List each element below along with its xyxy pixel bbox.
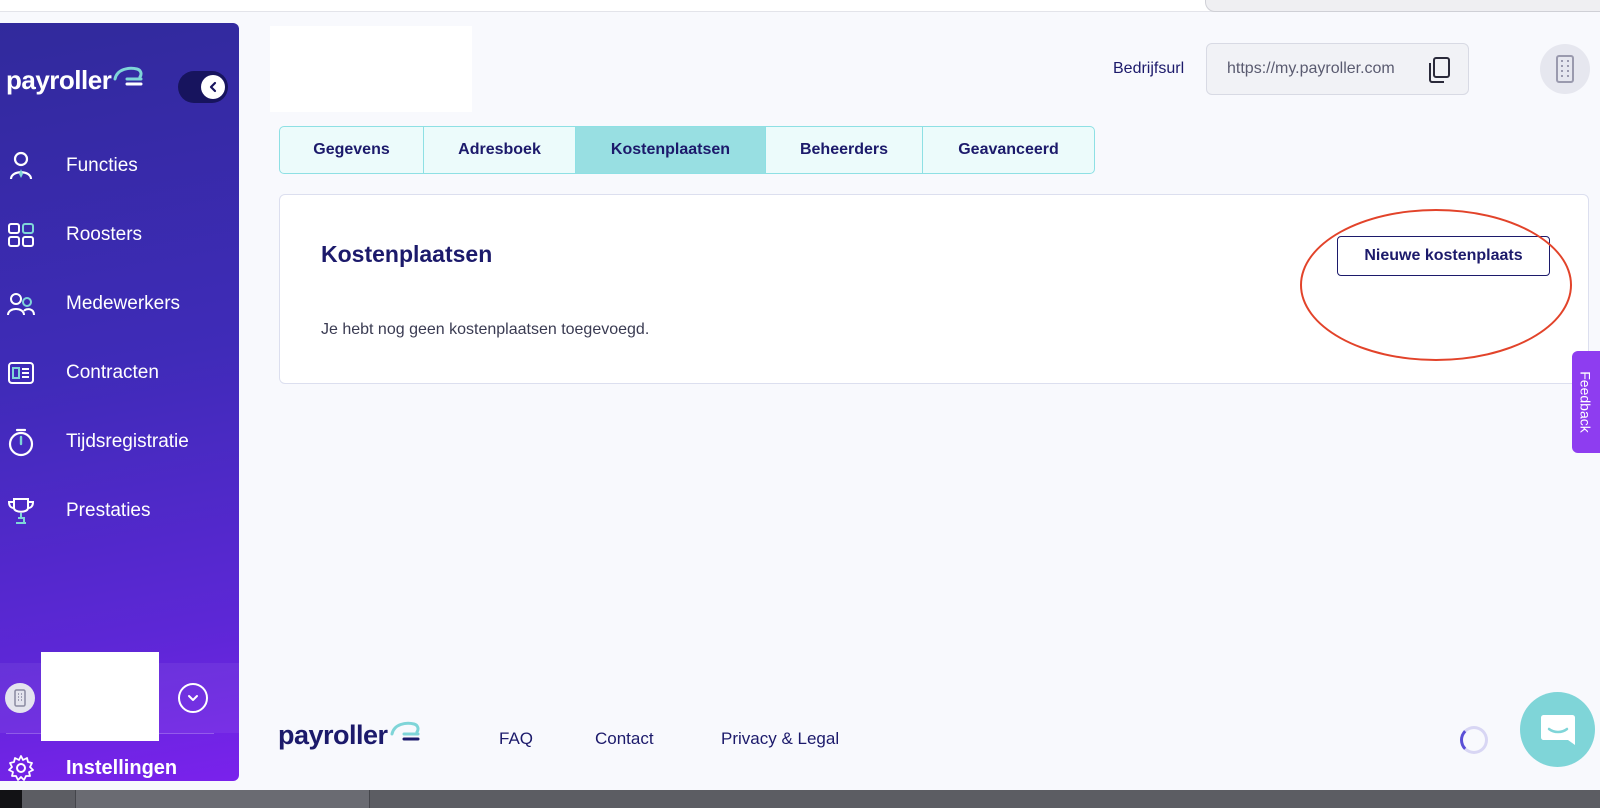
tab-kostenplaatsen[interactable]: Kostenplaatsen — [576, 127, 766, 173]
logo-text: payroller — [278, 720, 388, 750]
tab-gegevens[interactable]: Gegevens — [280, 127, 424, 173]
sidebar-item-instellingen[interactable]: Instellingen — [0, 743, 239, 793]
sidebar-item-functies[interactable]: Functies — [0, 140, 239, 192]
contract-icon — [6, 358, 36, 388]
logo-text: payroller — [6, 65, 112, 95]
trophy-icon — [6, 496, 36, 526]
sidebar-collapse-toggle[interactable] — [178, 71, 228, 103]
sidebar-logo[interactable]: payroller — [6, 65, 143, 96]
sidebar-item-label: Prestaties — [66, 500, 151, 521]
chat-icon — [1540, 714, 1575, 745]
sidebar-item-label: Contracten — [66, 362, 159, 383]
sidebar-item-label: Instellingen — [66, 756, 178, 779]
tab-geavanceerd[interactable]: Geavanceerd — [923, 127, 1094, 173]
footer-link-privacy[interactable]: Privacy & Legal — [721, 729, 839, 749]
chat-launcher-button[interactable] — [1520, 692, 1595, 767]
payroller-mark-icon — [113, 66, 143, 85]
tab-beheerders[interactable]: Beheerders — [766, 127, 923, 173]
sidebar-item-label: Medewerkers — [66, 293, 181, 314]
sidebar-item-roosters[interactable]: Roosters — [0, 209, 239, 261]
people-icon — [6, 289, 36, 319]
sidebar-item-tijdsregistratie[interactable]: Tijdsregistratie — [0, 416, 239, 468]
redacted-company-logo — [270, 26, 472, 112]
sidebar-item-contracten[interactable]: Contracten — [0, 347, 239, 399]
copy-icon[interactable] — [1426, 56, 1452, 84]
settings-tabs: Gegevens Adresboek Kostenplaatsen Beheer… — [279, 126, 1095, 174]
sidebar-item-label: Roosters — [66, 224, 143, 245]
taskbar-segment — [75, 790, 370, 808]
sidebar-item-prestaties[interactable]: Prestaties — [0, 485, 239, 537]
tab-adresboek[interactable]: Adresboek — [424, 127, 576, 173]
building-icon — [5, 683, 35, 713]
feedback-label: Feedback — [1578, 371, 1595, 433]
account-switcher[interactable] — [0, 652, 239, 741]
stopwatch-icon — [6, 427, 36, 457]
sidebar-item-medewerkers[interactable]: Medewerkers — [0, 278, 239, 330]
taskbar-segment — [0, 790, 22, 808]
company-building-icon[interactable] — [1540, 44, 1590, 94]
person-tie-icon — [6, 151, 36, 181]
browser-popup-edge — [1205, 0, 1600, 12]
cost-centers-card: Kostenplaatsen Nieuwe kostenplaats Je he… — [279, 194, 1589, 384]
company-url-label: Bedrijfsurl — [1113, 60, 1185, 77]
sidebar-item-label: Tijdsregistratie — [66, 431, 189, 452]
os-taskbar — [0, 790, 1600, 808]
loading-spinner-icon — [1460, 726, 1488, 754]
card-title: Kostenplaatsen — [321, 241, 493, 267]
browser-top-bar — [0, 0, 1600, 12]
new-cost-center-button[interactable]: Nieuwe kostenplaats — [1337, 236, 1550, 276]
sidebar: payroller Functies Roosters Medewerkers — [0, 23, 239, 781]
gear-icon — [6, 753, 36, 783]
company-url-value: https://my.payroller.com — [1227, 60, 1395, 77]
redacted-account-name — [41, 652, 159, 741]
chevron-left-icon — [201, 75, 225, 99]
footer-logo[interactable]: payroller — [278, 720, 420, 751]
chevron-down-icon[interactable] — [178, 683, 208, 713]
payroller-mark-icon — [390, 721, 420, 740]
footer-link-contact[interactable]: Contact — [595, 729, 654, 749]
company-url-field[interactable]: https://my.payroller.com — [1206, 43, 1469, 95]
footer-link-faq[interactable]: FAQ — [499, 729, 533, 749]
sidebar-item-label: Functies — [66, 155, 138, 176]
feedback-tab[interactable]: Feedback — [1572, 351, 1600, 453]
empty-state-text: Je hebt nog geen kostenplaatsen toegevoe… — [321, 321, 650, 338]
grid-icon — [6, 220, 36, 250]
sidebar-divider — [6, 733, 214, 734]
